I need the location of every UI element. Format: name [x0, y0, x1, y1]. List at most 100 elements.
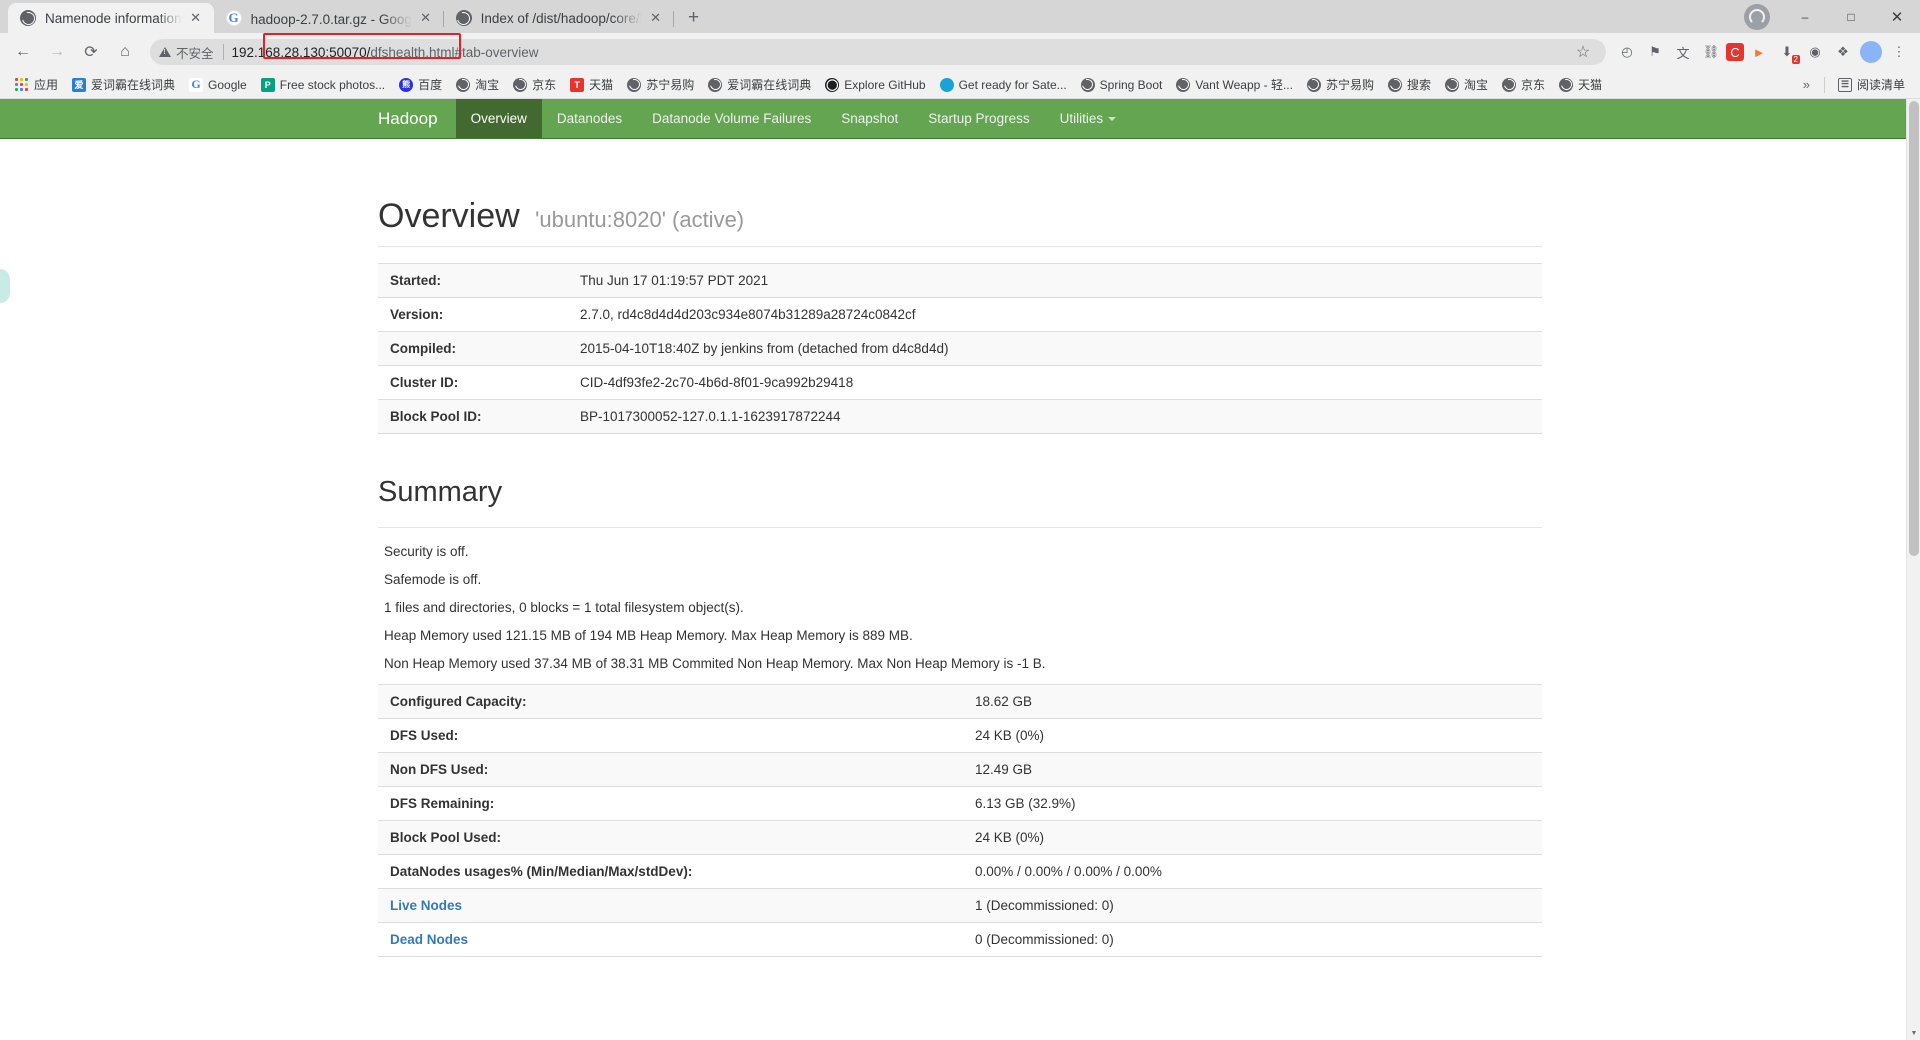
browser-tab-1[interactable]: G hadoop-2.7.0.tar.gz - Google 云端 ✕	[213, 3, 444, 33]
row-label: Dead Nodes	[378, 923, 963, 957]
table-row: Version: 2.7.0, rd4c8d4d4d203c934e8074b3…	[378, 298, 1542, 332]
bookmark-satellite[interactable]: Get ready for Sate...	[933, 74, 1074, 96]
bookmark-label: 淘宝	[475, 78, 500, 92]
browser-tab-0[interactable]: Namenode information ✕	[8, 3, 214, 33]
address-bar[interactable]: 不安全 192.168.28.130:50070/dfshealth.html#…	[150, 33, 1606, 67]
bookmark-label: 百度	[418, 78, 443, 92]
profile-avatar-icon[interactable]	[1744, 3, 1770, 30]
bookmark-github[interactable]: ◯ Explore GitHub	[818, 74, 932, 96]
globe-icon	[627, 77, 642, 92]
scroll-down-arrow-icon[interactable]: ▼	[1907, 1026, 1920, 1040]
minimize-button[interactable]: –	[1782, 0, 1828, 33]
summary-heading: Summary	[378, 476, 503, 508]
maximize-button[interactable]: □	[1828, 0, 1874, 33]
bookmarks-overflow-button[interactable]: »	[1795, 77, 1818, 92]
bookmark-label: Explore GitHub	[844, 77, 926, 92]
summary-divider	[378, 527, 1542, 528]
row-value: 24 KB (0%)	[975, 830, 1045, 845]
nav-item-datanodes[interactable]: Datanodes	[542, 99, 637, 138]
page-scrollbar[interactable]: ▲ ▼	[1906, 99, 1920, 1040]
nav-item-overview[interactable]: Overview	[455, 99, 542, 138]
bookmark-taobao-2[interactable]: 淘宝	[1438, 74, 1495, 96]
page-subtitle: 'ubuntu:8020' (active)	[535, 207, 745, 232]
table-row: Dead Nodes 0 (Decommissioned: 0)	[378, 923, 1542, 957]
bookmark-jd[interactable]: 京东	[506, 74, 563, 96]
translate-extension-icon[interactable]: 文	[1670, 39, 1696, 65]
new-tab-button[interactable]: +	[680, 4, 708, 32]
puzzle-extensions-icon[interactable]: ❖	[1830, 39, 1856, 65]
shield-extension-icon[interactable]: ◉	[1802, 39, 1828, 65]
table-row: Block Pool Used: 24 KB (0%)	[378, 820, 1542, 855]
tab-strip: Namenode information ✕ G hadoop-2.7.0.ta…	[0, 0, 1920, 33]
bookmark-label: 天猫	[589, 78, 614, 92]
bookmark-jd-2[interactable]: 京东	[1495, 74, 1552, 96]
bookmark-iciba[interactable]: 爱 爱词霸在线词典	[65, 74, 182, 96]
globe-icon	[1176, 77, 1191, 92]
chrome-menu-icon[interactable]: ⋮	[1886, 39, 1912, 65]
profile-button[interactable]	[1858, 39, 1884, 65]
bookmark-pexels[interactable]: P Free stock photos...	[254, 74, 392, 96]
scrollbar-thumb[interactable]	[1909, 101, 1919, 556]
close-icon[interactable]: ✕	[646, 8, 666, 28]
live-nodes-link[interactable]: Live Nodes	[390, 898, 462, 913]
bookmark-extension-icon[interactable]: ⚑	[1642, 39, 1668, 65]
nav-item-utilities-label: Utilities	[1059, 111, 1104, 126]
bookmark-search[interactable]: 搜索	[1381, 74, 1438, 96]
bookmarks-bar: 应用 爱 爱词霸在线词典 G Google P Free stock photo…	[0, 71, 1920, 99]
bookmark-tmall-2[interactable]: 天猫	[1552, 74, 1609, 96]
bookmark-label: 淘宝	[1464, 78, 1489, 92]
bookmark-label: Vant Weapp - 轻...	[1195, 78, 1293, 92]
nav-item-datanode-volume-failures[interactable]: Datanode Volume Failures	[637, 99, 826, 138]
security-indicator[interactable]: 不安全	[150, 41, 221, 63]
crx-extension-icon[interactable]: C	[1726, 43, 1744, 61]
close-icon[interactable]: ✕	[186, 8, 206, 28]
nav-item-startup-progress[interactable]: Startup Progress	[913, 99, 1044, 138]
downloads-icon[interactable]: ⬇ 2	[1774, 39, 1800, 65]
dead-nodes-link[interactable]: Dead Nodes	[390, 932, 468, 947]
back-button[interactable]: ←	[8, 37, 38, 67]
globe-icon	[20, 10, 36, 26]
bookmark-suning-2[interactable]: 苏宁易购	[1300, 74, 1381, 96]
google-icon: G	[225, 10, 242, 26]
brand-logo[interactable]: Hadoop	[360, 99, 456, 138]
globe-icon	[1559, 77, 1574, 92]
home-button[interactable]: ⌂	[110, 37, 140, 67]
edge-panel-handle[interactable]	[0, 269, 10, 303]
url-path: dfshealth.html#tab-overview	[370, 44, 539, 60]
apps-grid-icon	[15, 77, 29, 92]
bookmark-star-icon[interactable]: ☆	[1568, 37, 1598, 67]
downloads-badge: 2	[1791, 55, 1800, 64]
browser-window: Namenode information ✕ G hadoop-2.7.0.ta…	[0, 0, 1920, 1040]
close-icon[interactable]: ✕	[416, 8, 436, 28]
bookmark-taobao[interactable]: 淘宝	[449, 74, 506, 96]
network-extension-icon[interactable]: ⛓	[1698, 39, 1724, 65]
reading-list-button[interactable]: ☰ 阅读清单	[1831, 74, 1912, 96]
bookmark-iciba-2[interactable]: 爱词霸在线词典	[701, 74, 818, 96]
chevron-down-icon	[1108, 116, 1117, 121]
bookmark-spring-boot[interactable]: Spring Boot	[1074, 74, 1170, 96]
close-window-button[interactable]: ✕	[1874, 0, 1920, 33]
bookmark-vant-weapp[interactable]: Vant Weapp - 轻...	[1169, 74, 1300, 96]
bookmarks-divider	[1823, 76, 1825, 93]
table-row: Cluster ID: CID-4df93fe2-2c70-4b6d-8f01-…	[378, 366, 1542, 400]
table-row: Compiled: 2015-04-10T18:40Z by jenkins f…	[378, 331, 1542, 366]
reading-list-label: 阅读清单	[1856, 78, 1905, 92]
clock-extension-icon[interactable]: ◴	[1614, 39, 1640, 65]
nav-item-utilities[interactable]: Utilities	[1045, 99, 1132, 138]
satellite-icon	[939, 77, 954, 92]
bookmark-label: 天猫	[1578, 78, 1603, 92]
bookmark-google[interactable]: G Google	[182, 74, 254, 96]
megaphone-extension-icon[interactable]: ►	[1746, 39, 1772, 65]
table-row: Configured Capacity: 18.62 GB	[378, 684, 1542, 719]
nav-item-snapshot[interactable]: Snapshot	[826, 99, 913, 138]
reload-button[interactable]: ⟳	[76, 37, 106, 67]
bookmark-apps[interactable]: 应用	[8, 74, 65, 96]
browser-tab-2[interactable]: Index of /dist/hadoop/core/ha ✕	[443, 3, 674, 33]
bookmark-label: 爱词霸在线词典	[727, 78, 812, 92]
bookmark-tmall[interactable]: T 天猫	[563, 74, 620, 96]
row-label: Version:	[390, 307, 444, 322]
summary-paragraph: Safemode is off.	[384, 572, 482, 587]
bookmark-suning[interactable]: 苏宁易购	[620, 74, 701, 96]
forward-button[interactable]: →	[42, 37, 72, 67]
bookmark-baidu[interactable]: 熊 百度	[392, 74, 449, 96]
